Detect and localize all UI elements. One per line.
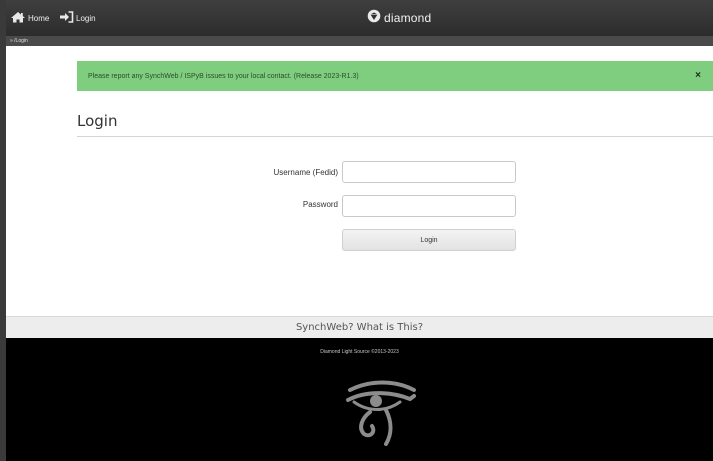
title-divider [77,136,713,137]
notice-banner: Please report any SynchWeb / ISPyB issue… [77,61,713,91]
nav-home-label: Home [28,13,50,23]
brand-name: diamond [384,11,432,25]
notice-message: Please report any SynchWeb / ISPyB issue… [88,72,359,80]
brand-logo[interactable]: diamond [367,8,431,28]
nav-home-link[interactable]: Home [10,0,49,36]
nav-login-label: Login [76,13,96,23]
password-field[interactable] [342,195,516,217]
top-navbar: Home Login diamond [6,0,713,36]
close-icon[interactable]: × [695,70,701,81]
username-label: Username (Fedid) [273,168,338,177]
links-bar: SynchWeb? What is This? [6,316,713,338]
eye-of-horus-icon [340,378,420,453]
footer: Diamond Light Source ©2013-2023 [6,338,713,461]
username-field[interactable] [342,161,516,183]
breadcrumb: » /Login [6,36,713,46]
password-label: Password [302,200,338,209]
sign-in-icon [59,11,76,25]
home-icon [10,11,28,25]
nav-login-link[interactable]: Login [59,0,96,36]
about-synchweb-link[interactable]: SynchWeb? What is This? [296,322,423,333]
login-button[interactable]: Login [342,229,516,251]
copyright-text: Diamond Light Source ©2013-2023 [320,349,399,355]
diamond-logo-icon [367,9,381,28]
breadcrumb-text[interactable]: » /Login [10,38,28,44]
page-title: Login [77,112,118,130]
